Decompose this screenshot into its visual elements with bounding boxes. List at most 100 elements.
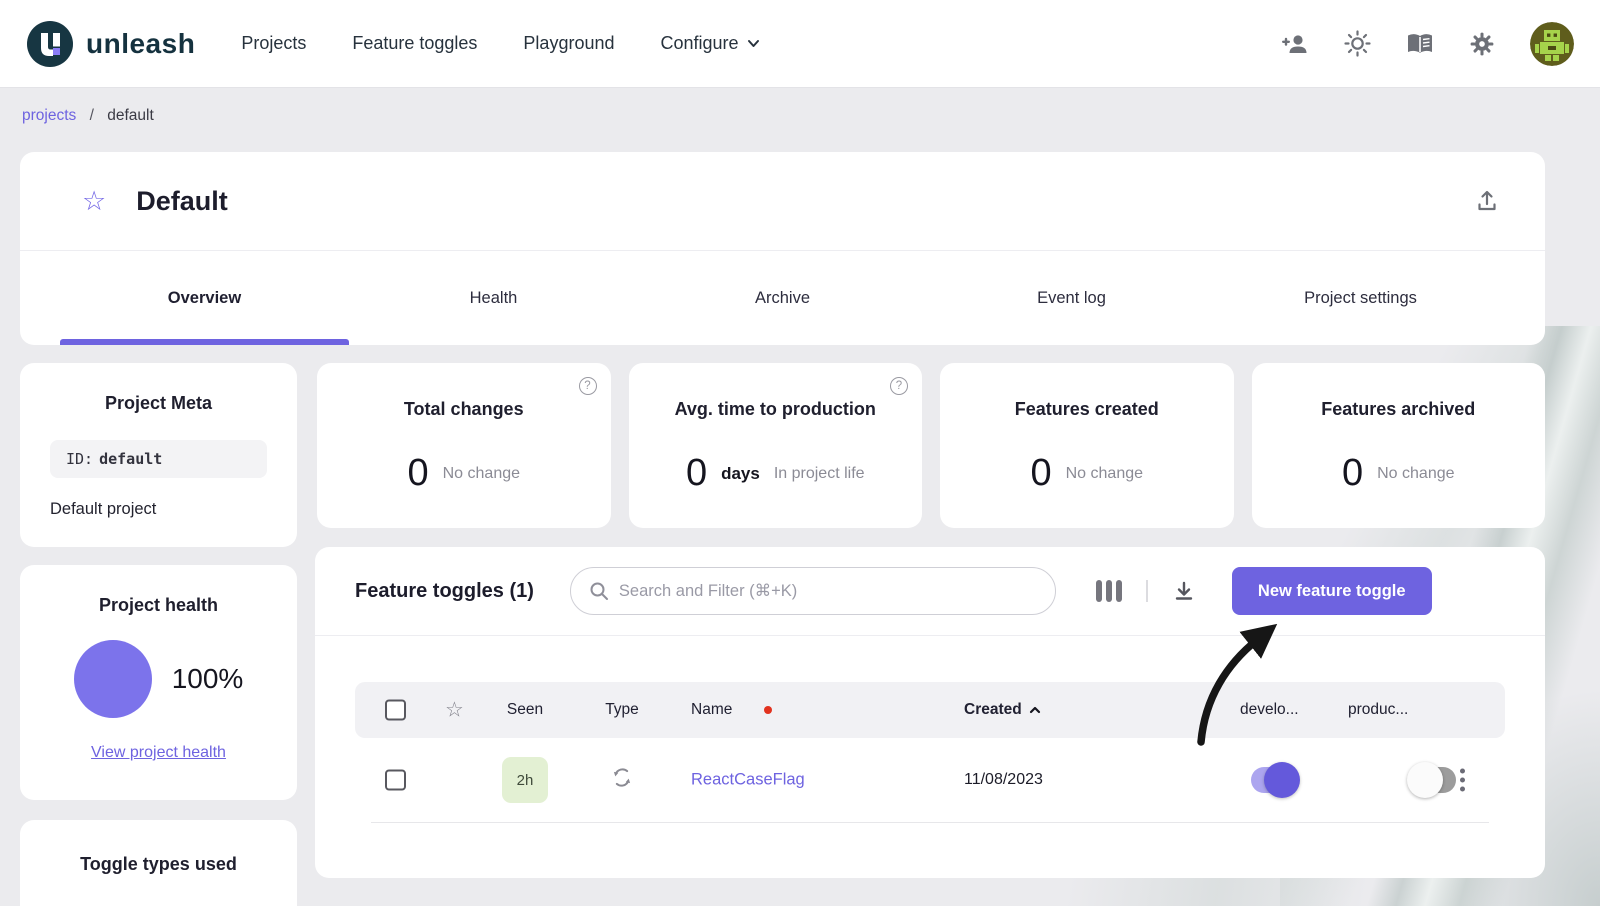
- stat-title: Avg. time to production: [629, 399, 923, 420]
- stat-value: 0: [1342, 452, 1363, 495]
- table-header-row: ☆ Seen Type Name Created develo... produ…: [355, 682, 1505, 738]
- column-header-name[interactable]: Name: [691, 701, 732, 719]
- view-project-health-link[interactable]: View project health: [20, 744, 297, 762]
- columns-button[interactable]: [1096, 580, 1122, 602]
- sort-ascending-icon: [1029, 706, 1041, 714]
- tab-health[interactable]: Health: [349, 251, 638, 345]
- nav-feature-toggles[interactable]: Feature toggles: [352, 33, 477, 54]
- main-nav: Projects Feature toggles Playground Conf…: [241, 33, 759, 54]
- theme-toggle-button[interactable]: [1344, 30, 1371, 57]
- app-window: unleash Projects Feature toggles Playgro…: [0, 0, 1600, 906]
- table-row: 2h ReactCaseFlag 11/08/2023: [355, 738, 1505, 822]
- nav-playground[interactable]: Playground: [523, 33, 614, 54]
- project-description: Default project: [50, 500, 267, 519]
- nav-playground-label: Playground: [523, 33, 614, 54]
- project-tabs: Overview Health Archive Event log Projec…: [20, 250, 1545, 345]
- help-icon[interactable]: ?: [579, 377, 597, 395]
- breadcrumb-projects-link[interactable]: projects: [22, 107, 76, 124]
- stat-card-features-archived: Features archived 0 No change: [1252, 363, 1546, 528]
- stat-card-avg-time: ? Avg. time to production 0 days In proj…: [629, 363, 923, 528]
- tab-archive-label: Archive: [755, 289, 810, 308]
- column-header-development[interactable]: develo...: [1240, 701, 1299, 719]
- invite-user-button[interactable]: [1281, 32, 1309, 56]
- feature-toggles-title: Feature toggles (1): [355, 580, 534, 603]
- stat-value: 0: [1030, 452, 1051, 495]
- feature-name-link[interactable]: ReactCaseFlag: [691, 771, 805, 790]
- feature-toggles-panel: Feature toggles (1) New feature togg: [315, 547, 1545, 878]
- project-id-value: default: [99, 450, 162, 468]
- nav-projects[interactable]: Projects: [241, 33, 306, 54]
- download-icon: [1172, 579, 1196, 603]
- tab-overview-label: Overview: [168, 289, 241, 308]
- new-feature-toggle-button[interactable]: New feature toggle: [1232, 567, 1432, 615]
- row-divider: [371, 822, 1489, 823]
- theme-sun-icon: [1344, 30, 1371, 57]
- tab-health-label: Health: [470, 289, 518, 308]
- tab-overview[interactable]: Overview: [60, 251, 349, 345]
- toggle-type-cell: [610, 766, 634, 795]
- stat-card-features-created: Features created 0 No change: [940, 363, 1234, 528]
- docs-book-icon: [1406, 32, 1434, 56]
- search-icon: [589, 581, 609, 601]
- settings-button[interactable]: [1469, 31, 1495, 57]
- project-id-label: ID:: [66, 450, 93, 468]
- toolbar-divider: [1146, 580, 1148, 602]
- breadcrumb-separator: /: [90, 107, 94, 124]
- select-all-checkbox[interactable]: [385, 700, 406, 721]
- project-head: ☆ Default: [20, 152, 1545, 250]
- column-header-created[interactable]: Created: [964, 701, 1041, 719]
- health-donut-chart: [74, 640, 152, 718]
- stat-title: Features archived: [1252, 399, 1546, 420]
- upload-icon: [1475, 189, 1499, 213]
- release-type-icon: [610, 766, 634, 790]
- column-header-type[interactable]: Type: [582, 701, 662, 719]
- tab-archive[interactable]: Archive: [638, 251, 927, 345]
- project-id-box: ID: default: [50, 440, 267, 478]
- column-header-production[interactable]: produc...: [1348, 701, 1408, 719]
- breadcrumb-current: default: [107, 107, 154, 124]
- created-label: Created: [964, 701, 1022, 719]
- brand-name: unleash: [86, 28, 195, 60]
- stat-note: No change: [1377, 465, 1454, 483]
- unleash-brand[interactable]: unleash: [26, 20, 195, 68]
- breadcrumb: projects / default: [22, 107, 154, 125]
- stat-note: No change: [1066, 465, 1143, 483]
- column-header-seen[interactable]: Seen: [485, 701, 565, 719]
- docs-button[interactable]: [1406, 32, 1434, 56]
- kebab-menu-icon[interactable]: [1460, 769, 1465, 792]
- stat-unit: days: [721, 464, 760, 484]
- stat-note: No change: [443, 465, 520, 483]
- top-navbar: unleash Projects Feature toggles Playgro…: [0, 0, 1600, 88]
- nav-projects-label: Projects: [241, 33, 306, 54]
- search-input[interactable]: [619, 582, 1037, 601]
- navbar-actions: [1281, 22, 1574, 66]
- toggle-types-card: Toggle types used: [20, 820, 297, 906]
- stat-value: 0: [686, 452, 707, 495]
- nav-configure[interactable]: Configure: [661, 33, 760, 54]
- project-meta-card: Project Meta ID: default Default project: [20, 363, 297, 547]
- favorite-star-icon[interactable]: ☆: [82, 188, 106, 215]
- chevron-down-icon: [747, 39, 760, 48]
- development-toggle[interactable]: [1251, 767, 1297, 793]
- favorite-column-star-icon[interactable]: ☆: [445, 698, 464, 723]
- meta-card-title: Project Meta: [50, 393, 267, 414]
- import-button[interactable]: [1475, 189, 1499, 213]
- unleash-logo-icon: [26, 20, 74, 68]
- project-header-card: ☆ Default Overview Health Archive Event …: [20, 152, 1545, 345]
- help-icon[interactable]: ?: [890, 377, 908, 395]
- tab-event-log-label: Event log: [1037, 289, 1106, 308]
- health-card-title: Project health: [20, 595, 297, 616]
- row-checkbox[interactable]: [385, 770, 406, 791]
- red-dot: [764, 706, 772, 714]
- row-actions: [1445, 769, 1479, 792]
- tab-project-settings[interactable]: Project settings: [1216, 251, 1505, 345]
- avatar-robot-icon: [1530, 22, 1574, 66]
- export-button[interactable]: [1172, 579, 1196, 603]
- search-box: [570, 567, 1056, 615]
- tab-event-log[interactable]: Event log: [927, 251, 1216, 345]
- feature-toggles-header: Feature toggles (1) New feature togg: [315, 547, 1545, 636]
- user-avatar[interactable]: [1530, 22, 1574, 66]
- stat-title: Features created: [940, 399, 1234, 420]
- feature-toggles-table: ☆ Seen Type Name Created develo... produ…: [355, 682, 1505, 823]
- stat-value: 0: [407, 452, 428, 495]
